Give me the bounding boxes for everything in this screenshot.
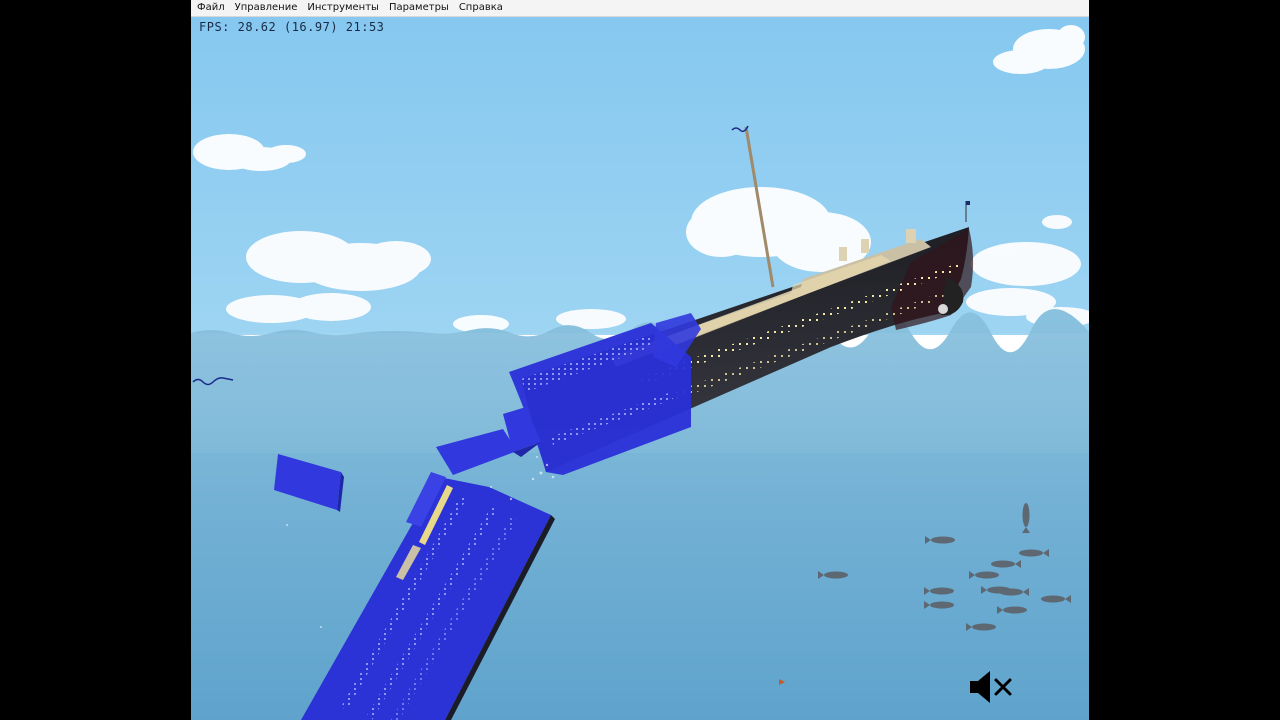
game-window: Файл Управление Инструменты Параметры Сп… [191,0,1089,720]
menu-help[interactable]: Справка [454,0,508,16]
menu-bar: Файл Управление Инструменты Параметры Сп… [191,0,1089,17]
sound-toggle-button[interactable] [968,669,1016,705]
menu-file[interactable]: Файл [191,0,230,16]
fps-counter: FPS: 28.62 (16.97) 21:53 [199,20,385,34]
scene [191,17,1089,720]
menu-control[interactable]: Управление [230,0,303,16]
menu-settings[interactable]: Параметры [384,0,454,16]
menu-tools[interactable]: Инструменты [302,0,384,16]
simulation-viewport[interactable]: FPS: 28.62 (16.97) 21:53 [191,17,1089,720]
speaker-muted-icon [970,671,1012,703]
